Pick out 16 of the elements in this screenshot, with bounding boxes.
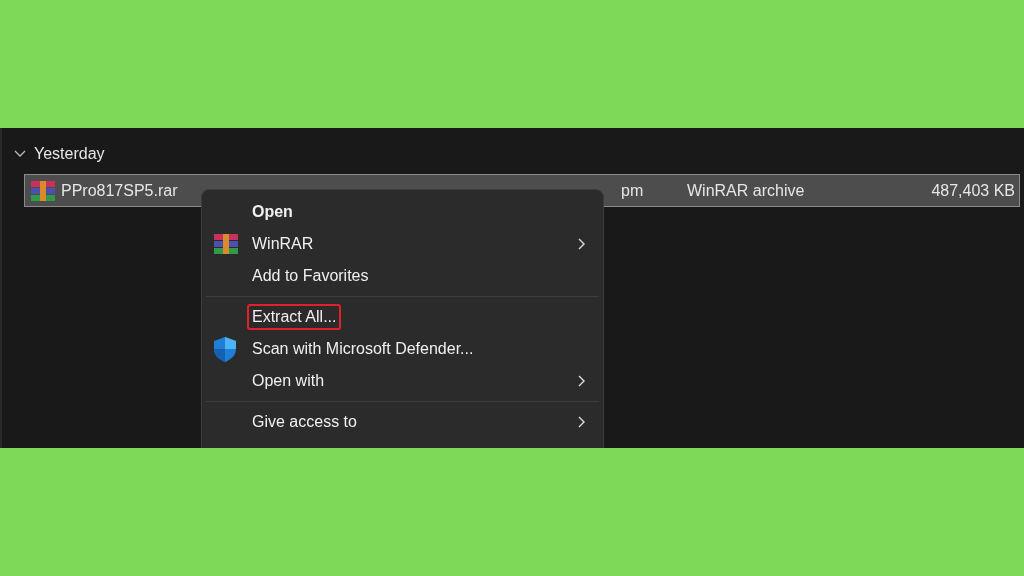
file-name: PPro817SP5.rar (61, 181, 179, 200)
archive-icon (31, 180, 55, 201)
group-header: Yesterday (34, 145, 105, 163)
archive-icon (214, 234, 238, 254)
file-size: 487,403 KB (931, 181, 1015, 200)
menu-item[interactable]: Scan with Microsoft Defender... (202, 333, 603, 365)
menu-item[interactable]: Give access to (202, 406, 603, 438)
menu-item[interactable]: Open with (202, 365, 603, 397)
menu-item[interactable]: Add to Favorites (202, 260, 603, 292)
file-type: WinRAR archive (687, 181, 806, 200)
shield-icon (214, 336, 236, 362)
menu-item[interactable]: Extract All... (202, 301, 603, 333)
menu-item[interactable]: Open (202, 196, 603, 228)
file-date: pm (621, 181, 645, 200)
menu-item[interactable]: WinRAR (202, 228, 603, 260)
chevron-down-icon[interactable] (14, 150, 26, 158)
